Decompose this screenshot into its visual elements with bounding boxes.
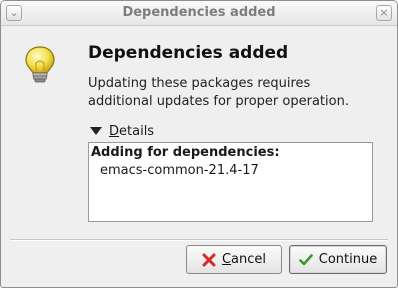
cancel-button[interactable]: Cancel	[186, 245, 282, 274]
details-item: emacs-common-21.4-17	[100, 163, 259, 178]
details-label: Details	[109, 123, 155, 139]
continue-button[interactable]: Continue	[289, 245, 387, 274]
dialog-message: Updating these packages requires additio…	[88, 76, 349, 109]
dialog-heading: Dependencies added	[88, 43, 289, 63]
lightbulb-icon	[25, 46, 55, 83]
close-button[interactable]: ×	[376, 5, 392, 21]
expander-arrow-icon	[90, 127, 102, 135]
checkmark-icon	[298, 253, 313, 265]
details-header: Adding for dependencies:	[91, 145, 280, 160]
details-text-view[interactable]: Adding for dependencies: emacs-common-21…	[88, 142, 373, 222]
cancel-x-icon	[202, 253, 216, 266]
details-expander[interactable]: Details	[90, 123, 154, 139]
close-icon: ×	[379, 6, 389, 19]
cancel-label: Cancel	[221, 252, 267, 267]
title-bar[interactable]: ⌄ Dependencies added ×	[1, 1, 397, 26]
separator	[10, 239, 388, 241]
window-title: Dependencies added	[122, 5, 276, 20]
continue-label: Continue	[318, 252, 378, 267]
dialog-window: ⌄ Dependencies added × Dependencies adde…	[0, 0, 398, 288]
